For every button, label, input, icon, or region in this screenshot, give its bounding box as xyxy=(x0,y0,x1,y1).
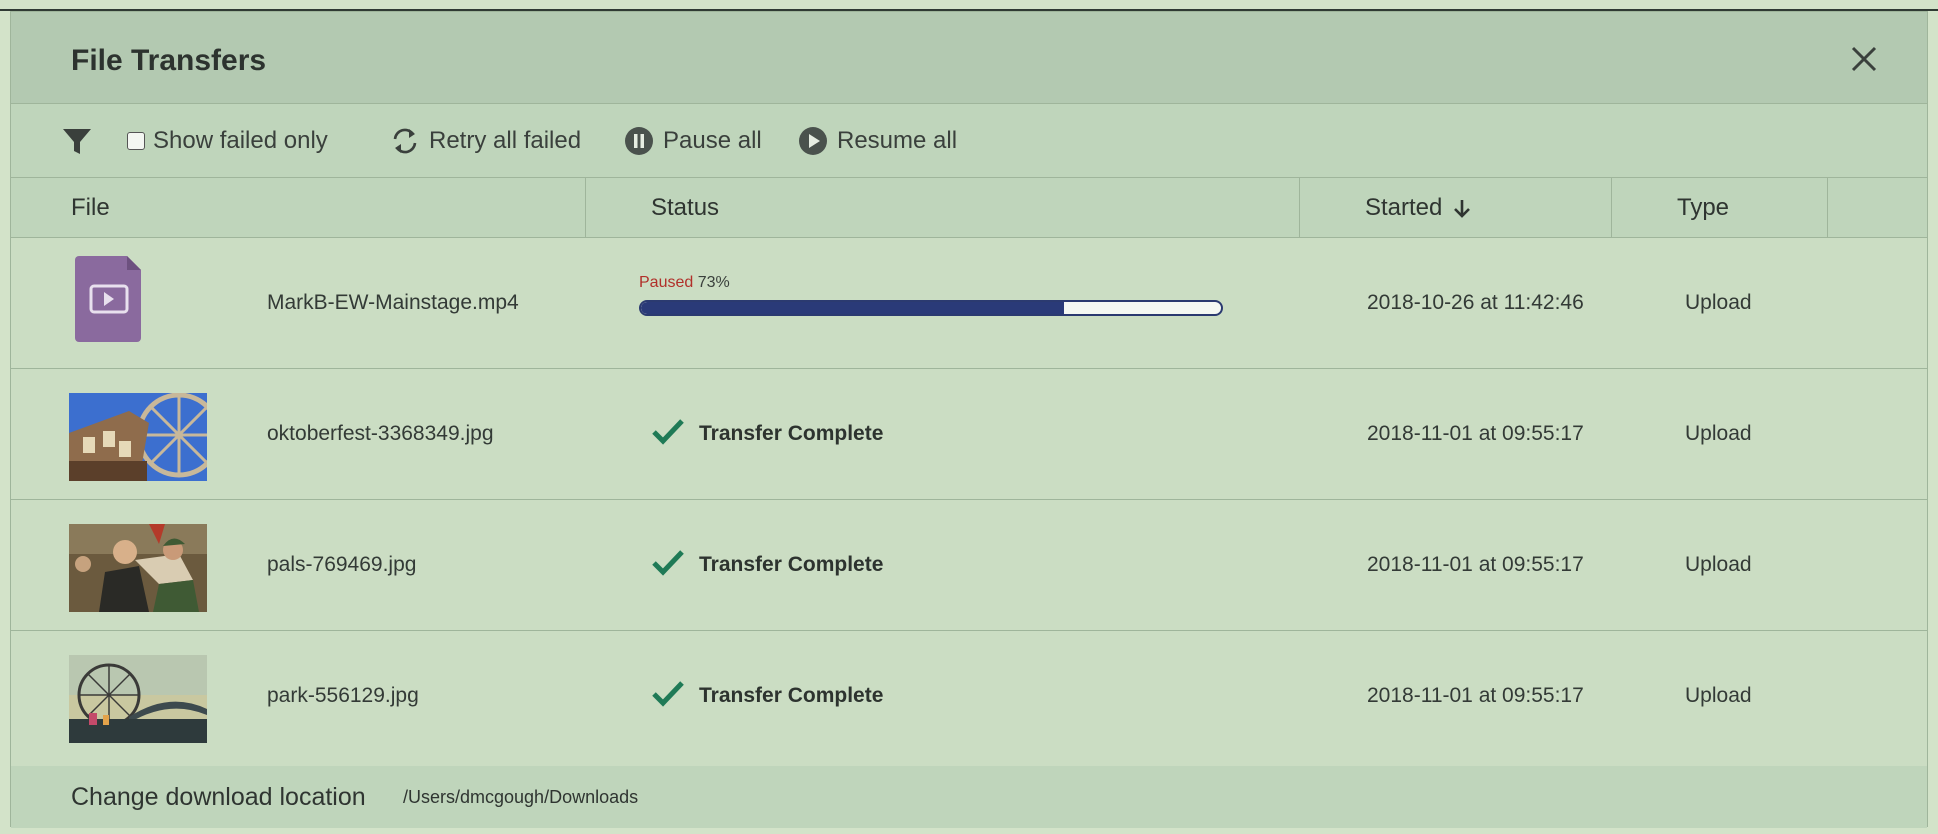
pause-icon xyxy=(625,127,653,155)
progress-bar xyxy=(639,300,1223,316)
paused-status: Paused xyxy=(639,274,694,291)
retry-all-failed-button[interactable]: Retry all failed xyxy=(389,104,581,178)
dialog-title: File Transfers xyxy=(71,44,267,77)
transfer-status: Transfer Complete xyxy=(651,631,883,761)
transfer-type: Upload xyxy=(1685,553,1752,576)
image-thumbnail xyxy=(69,655,207,743)
dialog-header: File Transfers xyxy=(11,12,1927,104)
image-thumbnail xyxy=(69,393,207,481)
dialog-footer: Change download location /Users/dmcgough… xyxy=(11,766,1927,828)
checkmark-icon xyxy=(652,550,684,576)
transfer-type: Upload xyxy=(1685,422,1752,445)
table-row[interactable]: oktoberfest-3368349.jpg Transfer Complet… xyxy=(11,369,1927,500)
retry-icon xyxy=(393,128,417,154)
resume-all-label: Resume all xyxy=(837,127,958,154)
pause-all-button[interactable]: Pause all xyxy=(623,104,762,178)
table-row[interactable]: MarkB-EW-Mainstage.mp4 Paused 73% 2018-1… xyxy=(11,238,1927,369)
file-name: MarkB-EW-Mainstage.mp4 xyxy=(267,291,519,314)
started-time: 2018-11-01 at 09:55:17 xyxy=(1367,684,1584,707)
checkmark-icon xyxy=(652,681,684,707)
progress-bar-fill xyxy=(641,302,1065,314)
started-time: 2018-10-26 at 11:42:46 xyxy=(1367,291,1584,314)
change-download-location-link[interactable]: Change download location xyxy=(71,766,366,828)
transfer-type: Upload xyxy=(1685,291,1752,314)
table-row[interactable]: pals-769469.jpg Transfer Complete 2018-1… xyxy=(11,500,1927,631)
progress-percent: 73% xyxy=(697,274,730,291)
transfer-status-label: Transfer Complete xyxy=(699,553,884,576)
pause-all-label: Pause all xyxy=(663,127,762,154)
file-name: oktoberfest-3368349.jpg xyxy=(267,422,494,445)
play-icon xyxy=(799,127,827,155)
toolbar: Show failed only Retry all failed Pause … xyxy=(11,104,1927,178)
show-failed-only-checkbox[interactable]: Show failed only xyxy=(127,104,328,178)
column-header-type[interactable]: Type xyxy=(1677,178,1729,237)
column-header-file[interactable]: File xyxy=(71,178,110,237)
started-time: 2018-11-01 at 09:55:17 xyxy=(1367,422,1584,445)
started-time: 2018-11-01 at 09:55:17 xyxy=(1367,553,1584,576)
checkmark-icon xyxy=(652,419,684,445)
column-divider xyxy=(1611,178,1612,237)
resume-all-button[interactable]: Resume all xyxy=(797,104,957,178)
column-header-started-label: Started xyxy=(1365,193,1443,221)
column-divider xyxy=(585,178,586,237)
column-divider xyxy=(1299,178,1300,237)
column-divider xyxy=(1827,178,1828,237)
image-thumbnail xyxy=(69,524,207,612)
table-header: File Status Started Type xyxy=(11,178,1927,238)
transfer-status-label: Transfer Complete xyxy=(699,422,884,445)
transfer-progress: Paused 73% xyxy=(639,274,1223,316)
video-file-icon xyxy=(75,256,145,342)
close-icon[interactable] xyxy=(1843,38,1885,80)
progress-label: Paused 73% xyxy=(639,274,1223,292)
show-failed-only-label: Show failed only xyxy=(153,127,328,154)
download-path: /Users/dmcgough/Downloads xyxy=(403,786,639,807)
file-name: pals-769469.jpg xyxy=(267,553,417,576)
transfer-status: Transfer Complete xyxy=(651,369,883,499)
file-transfers-dialog: File Transfers Show failed only Retry al… xyxy=(10,11,1928,828)
table-row[interactable]: park-556129.jpg Transfer Complete 2018-1… xyxy=(11,631,1927,762)
file-name: park-556129.jpg xyxy=(267,684,419,707)
sort-descending-icon xyxy=(1454,199,1471,218)
filter-icon[interactable] xyxy=(61,104,101,178)
checkbox-box[interactable] xyxy=(127,132,145,150)
column-header-status[interactable]: Status xyxy=(651,178,719,237)
transfer-type: Upload xyxy=(1685,684,1752,707)
transfer-status: Transfer Complete xyxy=(651,500,883,630)
retry-all-failed-label: Retry all failed xyxy=(429,127,582,154)
transfer-status-label: Transfer Complete xyxy=(699,684,884,707)
column-header-started[interactable]: Started xyxy=(1365,178,1474,237)
